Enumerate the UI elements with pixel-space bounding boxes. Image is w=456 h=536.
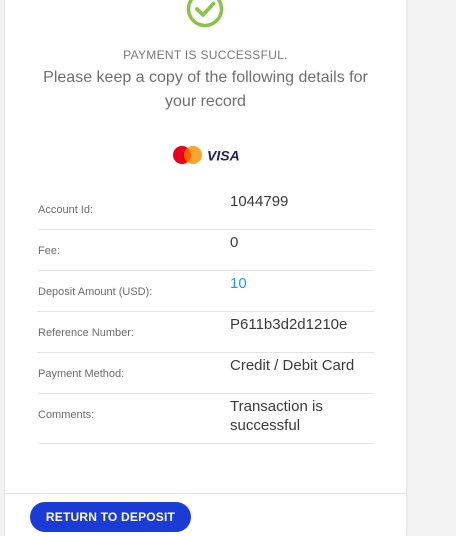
payment-status-title: PAYMENT IS SUCCESSFUL.: [123, 48, 288, 62]
return-to-deposit-button[interactable]: RETURN TO DEPOSIT: [30, 502, 191, 532]
deposit-amount-link[interactable]: 10: [230, 274, 374, 293]
detail-row-comments: Comments: Transaction is successful: [38, 394, 374, 444]
card-brand-logos: VISA: [173, 146, 240, 164]
footer-divider: [5, 493, 406, 494]
payment-result-card: PAYMENT IS SUCCESSFUL. Please keep a cop…: [5, 0, 406, 536]
detail-value: Credit / Debit Card: [230, 357, 355, 374]
detail-row-account-id: Account Id: 1044799: [38, 189, 374, 230]
detail-label: Comments:: [38, 409, 95, 421]
detail-row-fee: Fee: 0: [38, 230, 374, 271]
detail-value: Transaction is successful: [230, 398, 323, 434]
detail-row-payment-method: Payment Method: Credit / Debit Card: [38, 353, 374, 394]
detail-label: Deposit Amount (USD):: [38, 286, 153, 298]
mastercard-icon: [173, 146, 202, 164]
detail-label: Account Id:: [38, 204, 94, 216]
detail-label: Payment Method:: [38, 368, 125, 380]
detail-label: Fee:: [38, 245, 61, 257]
success-check-icon: [186, 0, 224, 28]
visa-icon: VISA: [207, 148, 240, 164]
detail-value: P611b3d2d1210e: [230, 316, 348, 333]
detail-row-reference-number: Reference Number: P611b3d2d1210e: [38, 312, 374, 353]
payment-status-subtitle: Please keep a copy of the following deta…: [43, 69, 368, 110]
row-divider: [38, 443, 374, 444]
detail-value: 1044799: [230, 193, 289, 210]
detail-row-deposit-amount: Deposit Amount (USD): 10: [38, 271, 374, 312]
detail-label: Reference Number:: [38, 327, 134, 339]
detail-value: 0: [230, 234, 239, 251]
